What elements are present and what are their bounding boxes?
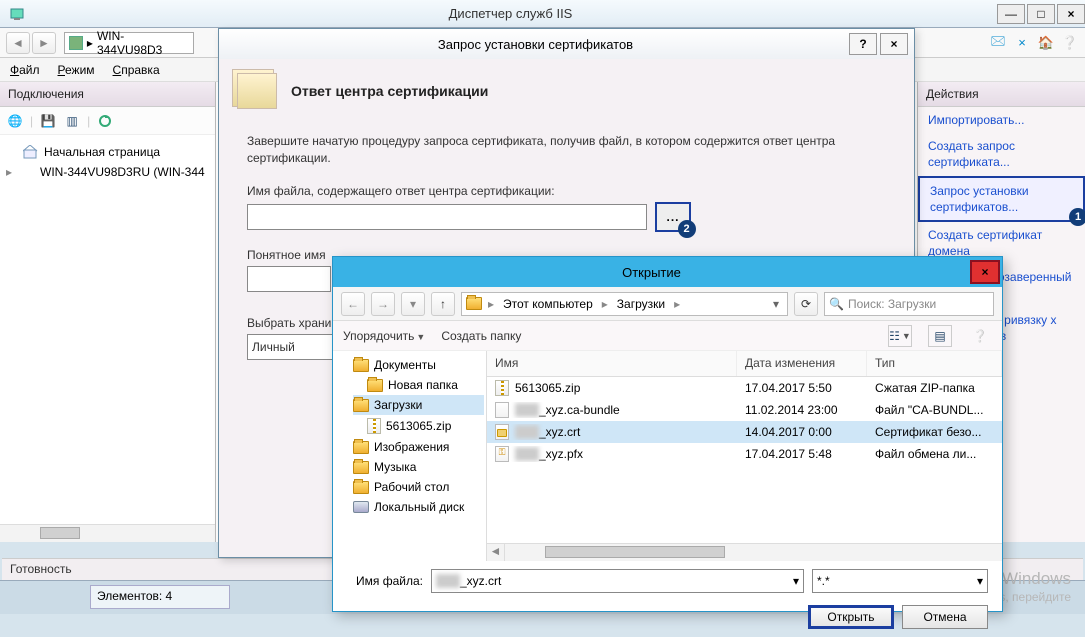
folder-icon	[367, 379, 383, 392]
open-nav-back[interactable]: ←	[341, 292, 365, 316]
iis-app-icon	[8, 5, 26, 23]
file-row[interactable]: xxxx_xyz.pfx17.04.2017 5:48Файл обмена л…	[487, 443, 1002, 465]
list-scrollbar[interactable]: ◄	[487, 543, 1002, 561]
folder-icon	[353, 441, 369, 454]
tree-5613065.zip[interactable]: 5613065.zip	[353, 415, 484, 437]
home-page-icon	[22, 143, 40, 161]
open-nav-forward: →	[371, 292, 395, 316]
window-title: Диспетчер служб IIS	[26, 6, 995, 21]
tree-Документы[interactable]: Документы	[353, 355, 484, 375]
tree-Загрузки[interactable]: Загрузки	[353, 395, 484, 415]
open-dialog-close[interactable]: ×	[970, 260, 1000, 284]
list-icon[interactable]: ▥	[63, 112, 81, 130]
action-install-request[interactable]: Запрос установки сертификатов... 1	[918, 176, 1085, 222]
nav-back-button[interactable]: ◄	[6, 32, 30, 54]
preview-pane-button[interactable]: ▤	[928, 325, 952, 347]
file-open-dialog: Открытие × ← → ▾ ↑ ▸ Этот компьютер ▸ За…	[332, 256, 1003, 612]
cert-file-label: Имя файла, содержащего ответ центра серт…	[247, 184, 886, 198]
search-box[interactable]: 🔍 Поиск: Загрузки	[824, 292, 994, 316]
cart-icon[interactable]: ×	[1013, 34, 1031, 52]
callout-badge-1: 1	[1069, 208, 1085, 226]
breadcrumb[interactable]: ▸ Этот компьютер ▸ Загрузки ▸ ▾	[461, 292, 788, 316]
col-type[interactable]: Тип	[867, 351, 1002, 376]
maximize-button[interactable]: □	[1027, 4, 1055, 24]
browse-button[interactable]: ... 2	[655, 202, 691, 232]
folder-tree: ДокументыНовая папкаЗагрузки5613065.zipИ…	[333, 351, 487, 561]
file-icon	[495, 380, 509, 396]
new-folder-button[interactable]: Создать папку	[441, 329, 521, 343]
certificate-icon	[237, 73, 277, 109]
actions-header: Действия	[918, 82, 1085, 107]
tree-Изображения[interactable]: Изображения	[353, 437, 484, 457]
drive-icon	[353, 501, 369, 513]
file-icon	[495, 402, 509, 418]
folder-icon	[353, 461, 369, 474]
menu-mode[interactable]: Режим	[58, 63, 95, 77]
refresh-conn-icon[interactable]	[96, 112, 114, 130]
action-import[interactable]: Импортировать...	[918, 107, 1085, 133]
cert-heading: Ответ центра сертификации	[291, 83, 488, 99]
file-icon	[495, 424, 509, 440]
open-button[interactable]: Открыть	[808, 605, 894, 629]
filter-combo[interactable]: *.*▾	[812, 569, 988, 593]
help-icon[interactable]: ❔	[1061, 34, 1079, 52]
expander-icon[interactable]: ▸	[6, 165, 18, 179]
cert-file-input[interactable]	[247, 204, 647, 230]
file-row[interactable]: 5613065.zip17.04.2017 5:50Сжатая ZIP-пап…	[487, 377, 1002, 399]
open-nav-refresh[interactable]: ⟳	[794, 292, 818, 316]
open-nav-recent[interactable]: ▾	[401, 292, 425, 316]
folder-icon	[353, 359, 369, 372]
open-help-button[interactable]: ❔	[968, 325, 992, 347]
search-icon: 🔍	[829, 297, 844, 311]
connections-header: Подключения	[0, 82, 215, 107]
globe-icon[interactable]: 🌐	[6, 112, 24, 130]
cert-description: Завершите начатую процедуру запроса серт…	[247, 133, 886, 168]
menu-file[interactable]: Файл	[10, 63, 40, 77]
tree-Рабочий стол[interactable]: Рабочий стол	[353, 477, 484, 497]
filename-label: Имя файла:	[347, 574, 423, 588]
folder-icon	[466, 297, 482, 310]
cert-dialog-close[interactable]: ×	[880, 33, 908, 55]
save-icon[interactable]: 💾	[39, 112, 57, 130]
server-node-icon	[22, 165, 36, 179]
tree-Новая папка[interactable]: Новая папка	[353, 375, 484, 395]
col-date[interactable]: Дата изменения	[737, 351, 867, 376]
attach-icon[interactable]: 🖂	[989, 34, 1007, 52]
action-create-request[interactable]: Создать запрос сертификата...	[918, 133, 1085, 175]
cert-dialog-help[interactable]: ?	[849, 33, 877, 55]
server-icon	[69, 36, 83, 50]
tree-node-server[interactable]: ▸ WIN-344VU98D3RU (WIN-344	[4, 163, 211, 181]
view-mode-button[interactable]: ☷ ▼	[888, 325, 912, 347]
cert-friendly-input[interactable]	[247, 266, 331, 292]
file-row[interactable]: xxxx_xyz.crt14.04.2017 0:00Сертификат бе…	[487, 421, 1002, 443]
zip-icon	[367, 418, 381, 434]
callout-badge-2: 2	[678, 220, 696, 238]
cert-dialog-title: Запрос установки сертификатов	[225, 37, 846, 52]
open-dialog-title: Открытие	[333, 265, 970, 280]
home-icon[interactable]: 🏠	[1037, 34, 1055, 52]
organize-menu[interactable]: Упорядочить▼	[343, 329, 425, 343]
col-name[interactable]: Имя	[487, 351, 737, 376]
connections-tree: Начальная страница ▸ WIN-344VU98D3RU (WI…	[0, 135, 215, 187]
cancel-button[interactable]: Отмена	[902, 605, 988, 629]
nav-forward-button[interactable]: ►	[32, 32, 56, 54]
tree-Локальный диск[interactable]: Локальный диск	[353, 497, 484, 517]
folder-icon	[353, 399, 369, 412]
address-text: WIN-344VU98D3	[97, 29, 189, 57]
tree-Музыка[interactable]: Музыка	[353, 457, 484, 477]
folder-icon	[353, 481, 369, 494]
tree-node-start[interactable]: Начальная страница	[4, 141, 211, 163]
address-box[interactable]: ▸ WIN-344VU98D3	[64, 32, 194, 54]
close-button[interactable]: ×	[1057, 4, 1085, 24]
minimize-button[interactable]: —	[997, 4, 1025, 24]
left-scrollbar[interactable]	[0, 524, 215, 542]
filename-combo[interactable]: xxxx_xyz.crt ▾	[431, 569, 804, 593]
menu-help[interactable]: Справка	[113, 63, 160, 77]
file-row[interactable]: xxxx_xyz.ca-bundle11.02.2014 23:00Файл "…	[487, 399, 1002, 421]
open-nav-up[interactable]: ↑	[431, 292, 455, 316]
taskbar-item[interactable]: Элементов: 4	[90, 585, 230, 609]
file-icon	[495, 446, 509, 462]
